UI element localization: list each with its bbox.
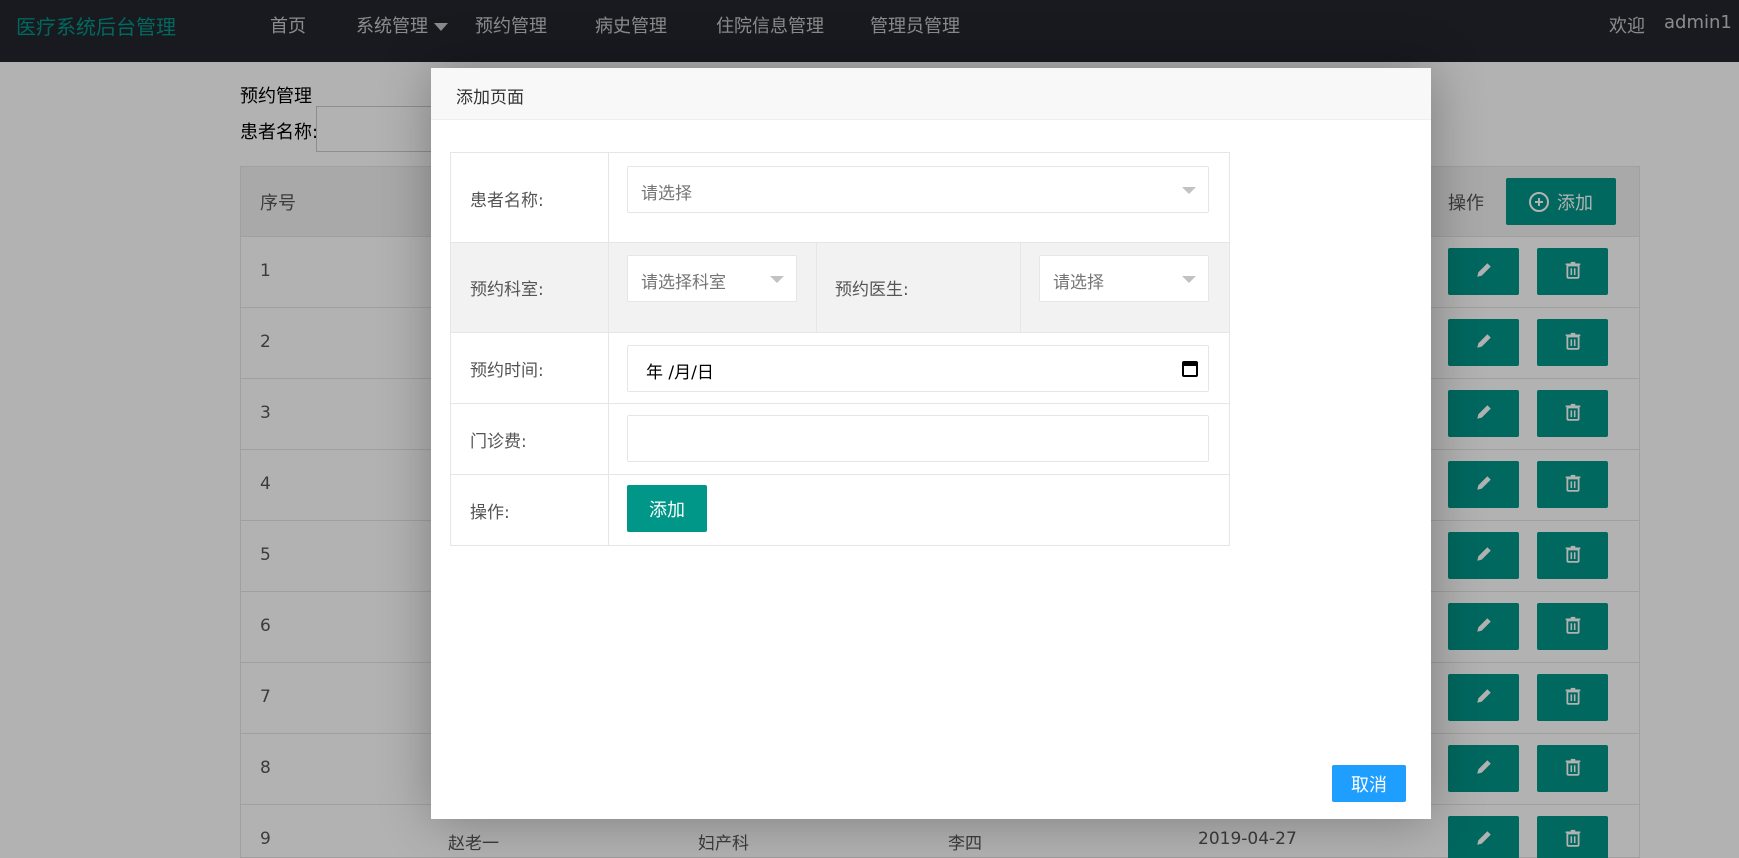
form-row-dept-doctor: 预约科室: 请选择科室 预约医生: 请选择 bbox=[451, 243, 1229, 333]
divider bbox=[608, 243, 609, 332]
divider bbox=[1020, 243, 1021, 332]
submit-add-button[interactable]: 添加 bbox=[627, 485, 707, 532]
calendar-icon[interactable] bbox=[1182, 361, 1198, 377]
cancel-button[interactable]: 取消 bbox=[1332, 765, 1406, 802]
doctor-select-placeholder: 请选择 bbox=[1053, 273, 1104, 293]
op-label: 操作: bbox=[470, 503, 510, 523]
add-form: 患者名称: 请选择 预约科室: 请选择科室 预约医生: 请选择 预约时间: 年 … bbox=[450, 152, 1230, 546]
form-row-time: 预约时间: 年 /月/日 bbox=[451, 333, 1229, 404]
add-modal: 添加页面 患者名称: 请选择 预约科室: 请选择科室 预约医生: 请选择 预约时… bbox=[431, 68, 1431, 819]
doctor-select[interactable]: 请选择 bbox=[1039, 255, 1209, 302]
divider bbox=[608, 333, 609, 403]
patient-label: 患者名称: bbox=[470, 191, 544, 211]
fee-label: 门诊费: bbox=[470, 432, 527, 452]
form-row-op: 操作: 添加 bbox=[451, 475, 1229, 546]
modal-header: 添加页面 bbox=[431, 68, 1431, 120]
fee-input[interactable] bbox=[627, 415, 1209, 462]
doctor-label: 预约医生: bbox=[835, 280, 909, 300]
chevron-down-icon bbox=[1182, 276, 1196, 283]
dept-select[interactable]: 请选择科室 bbox=[627, 255, 797, 302]
form-row-fee: 门诊费: bbox=[451, 404, 1229, 475]
divider bbox=[816, 243, 817, 332]
dept-select-placeholder: 请选择科室 bbox=[641, 273, 726, 293]
divider bbox=[608, 475, 609, 546]
divider bbox=[608, 153, 609, 242]
time-label: 预约时间: bbox=[470, 361, 544, 381]
date-input-placeholder: 年 /月/日 bbox=[646, 363, 714, 383]
chevron-down-icon bbox=[1182, 187, 1196, 194]
patient-select[interactable]: 请选择 bbox=[627, 166, 1209, 213]
modal-title: 添加页面 bbox=[456, 88, 524, 108]
patient-select-placeholder: 请选择 bbox=[641, 184, 692, 204]
chevron-down-icon bbox=[770, 276, 784, 283]
form-row-patient: 患者名称: 请选择 bbox=[451, 153, 1229, 243]
date-input[interactable]: 年 /月/日 bbox=[627, 345, 1209, 392]
divider bbox=[608, 404, 609, 474]
dept-label: 预约科室: bbox=[470, 280, 544, 300]
